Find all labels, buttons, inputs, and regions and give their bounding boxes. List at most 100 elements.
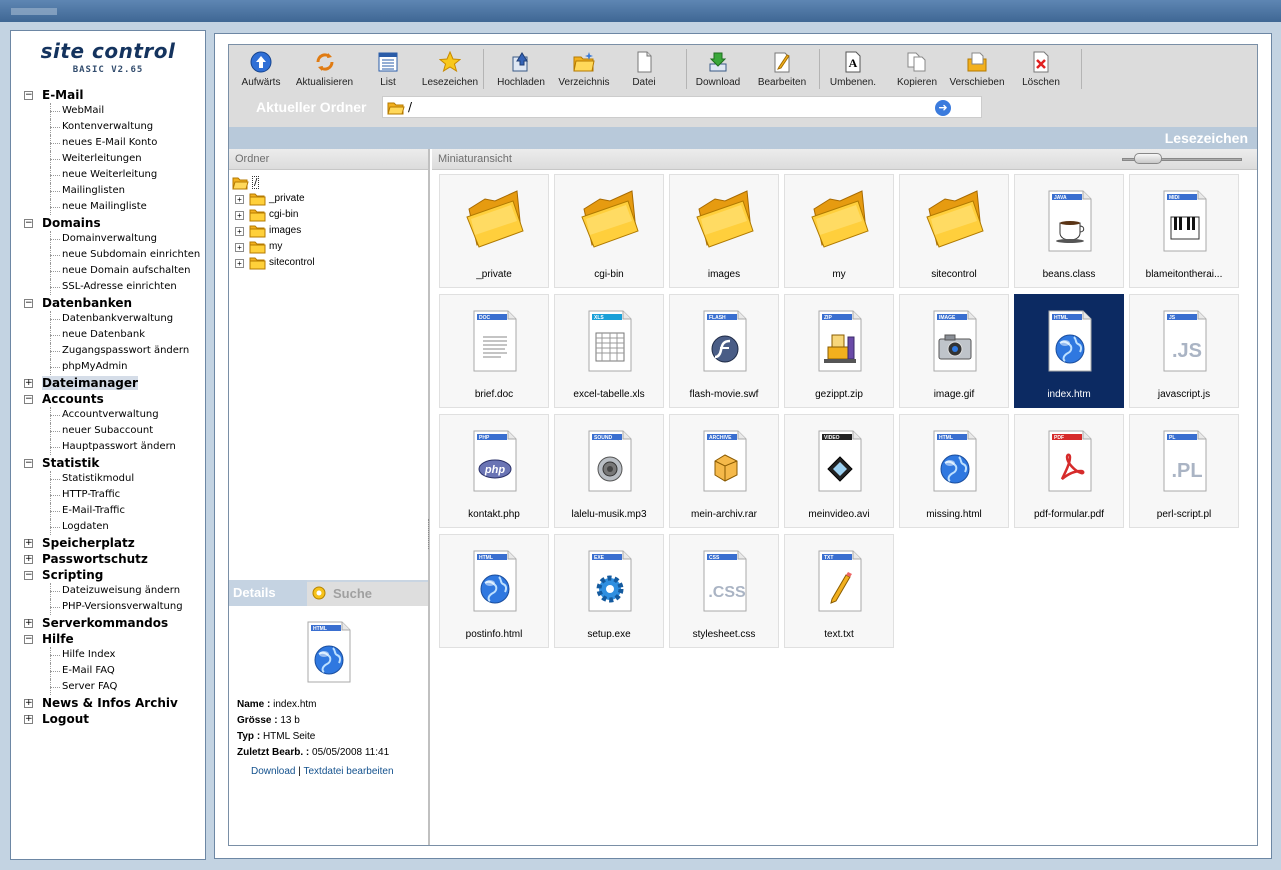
sidebar-item-neuer-subaccount[interactable]: neuer Subaccount (24, 423, 205, 439)
file-tile[interactable]: PL .PL perl-script.pl (1129, 414, 1239, 528)
file-tile[interactable]: FLASH flash-movie.swf (669, 294, 779, 408)
expand-icon[interactable]: + (235, 211, 244, 220)
collapse-icon[interactable]: − (24, 571, 33, 580)
collapse-icon[interactable]: − (24, 395, 33, 404)
file-tile[interactable]: HTML postinfo.html (439, 534, 549, 648)
sidebar-category-news-infos-archiv[interactable]: + News & Infos Archiv (24, 695, 205, 711)
sidebar-item-neue-domain-aufschalten[interactable]: neue Domain aufschalten (24, 263, 205, 279)
file-tile[interactable]: XLS excel-tabelle.xls (554, 294, 664, 408)
sidebar-item-hauptpasswort-ndern[interactable]: Hauptpasswort ändern (24, 439, 205, 455)
edit-text-link[interactable]: Textdatei bearbeiten (303, 766, 393, 777)
file-tile[interactable]: EXE setup.exe (554, 534, 664, 648)
sidebar-category-logout[interactable]: + Logout (24, 711, 205, 727)
file-tile[interactable]: PDF pdf-formular.pdf (1014, 414, 1124, 528)
sidebar-category-hilfe[interactable]: − Hilfe (24, 631, 205, 647)
rename-button[interactable]: A Umbenen. (826, 51, 880, 91)
delete-button[interactable]: Löschen (1019, 51, 1063, 91)
file-tile[interactable]: SOUND lalelu-musik.mp3 (554, 414, 664, 528)
sidebar-item-kontenverwaltung[interactable]: Kontenverwaltung (24, 119, 205, 135)
sidebar-category-passwortschutz[interactable]: + Passwortschutz (24, 551, 205, 567)
collapse-icon[interactable]: − (24, 635, 33, 644)
sidebar-item-e-mail-traffic[interactable]: E-Mail-Traffic (24, 503, 205, 519)
sidebar-item-datenbankverwaltung[interactable]: Datenbankverwaltung (24, 311, 205, 327)
tree-folder-sitecontrol[interactable]: + sitecontrol (231, 255, 428, 271)
sidebar-item-mailinglisten[interactable]: Mailinglisten (24, 183, 205, 199)
sidebar-item-e-mail-faq[interactable]: E-Mail FAQ (24, 663, 205, 679)
sidebar-item-neues-e-mail-konto[interactable]: neues E-Mail Konto (24, 135, 205, 151)
expand-icon[interactable]: + (24, 379, 33, 388)
download-button[interactable]: Download (693, 51, 743, 91)
sidebar-item-neue-subdomain-einrichten[interactable]: neue Subdomain einrichten (24, 247, 205, 263)
sidebar-item-http-traffic[interactable]: HTTP-Traffic (24, 487, 205, 503)
expand-icon[interactable]: + (24, 715, 33, 724)
tab-search[interactable]: Suche (307, 582, 428, 606)
collapse-icon[interactable]: − (24, 299, 33, 308)
file-tile[interactable]: DOC brief.doc (439, 294, 549, 408)
refresh-button[interactable]: Aktualisieren (292, 51, 357, 91)
sidebar-item-logdaten[interactable]: Logdaten (24, 519, 205, 535)
sidebar-category-dateimanager[interactable]: + Dateimanager (24, 375, 205, 391)
file-tile[interactable]: CSS .CSS stylesheet.css (669, 534, 779, 648)
file-tile[interactable]: TXT text.txt (784, 534, 894, 648)
collapse-icon[interactable]: − (24, 91, 33, 100)
expand-icon[interactable]: + (24, 539, 33, 548)
sidebar-category-statistik[interactable]: − Statistik (24, 455, 205, 471)
expand-icon[interactable]: + (24, 619, 33, 628)
sidebar-item-domainverwaltung[interactable]: Domainverwaltung (24, 231, 205, 247)
thumbnail-size-slider[interactable] (1122, 153, 1242, 164)
sidebar-category-domains[interactable]: − Domains (24, 215, 205, 231)
move-button[interactable]: Verschieben (947, 51, 1007, 91)
current-folder-field[interactable]: / ➜ (382, 96, 982, 118)
tree-folder-private[interactable]: + _private (231, 191, 428, 207)
sidebar-item-ssl-adresse-einrichten[interactable]: SSL-Adresse einrichten (24, 279, 205, 295)
expand-icon[interactable]: + (24, 699, 33, 708)
slider-handle[interactable] (1134, 153, 1162, 164)
file-tile[interactable]: MIDI blameitontherai... (1129, 174, 1239, 288)
list-button[interactable]: List (375, 51, 401, 91)
sidebar-item-zugangspasswort-ndern[interactable]: Zugangspasswort ändern (24, 343, 205, 359)
folder-tile[interactable]: sitecontrol (899, 174, 1009, 288)
sidebar-item-neue-weiterleitung[interactable]: neue Weiterleitung (24, 167, 205, 183)
expand-icon[interactable]: + (235, 259, 244, 268)
go-arrow-icon[interactable]: ➜ (935, 100, 951, 116)
tree-folder-my[interactable]: + my (231, 239, 428, 255)
file-tile[interactable]: PHP php kontakt.php (439, 414, 549, 528)
edit-button[interactable]: Bearbeiten (754, 51, 810, 91)
newdir-button[interactable]: Verzeichnis (555, 51, 613, 91)
sidebar-item-neue-mailingliste[interactable]: neue Mailingliste (24, 199, 205, 215)
pane-splitter[interactable] (428, 519, 430, 549)
sidebar-category-serverkommandos[interactable]: + Serverkommandos (24, 615, 205, 631)
sidebar-category-speicherplatz[interactable]: + Speicherplatz (24, 535, 205, 551)
sidebar-item-dateizuweisung-ndern[interactable]: Dateizuweisung ändern (24, 583, 205, 599)
bookmark-bar-title[interactable]: Lesezeichen (1165, 130, 1248, 146)
sidebar-category-accounts[interactable]: − Accounts (24, 391, 205, 407)
sidebar-category-scripting[interactable]: − Scripting (24, 567, 205, 583)
file-tile[interactable]: ARCHIVE mein-archiv.rar (669, 414, 779, 528)
newfile-button[interactable]: Datei (629, 51, 659, 91)
sidebar-item-statistikmodul[interactable]: Statistikmodul (24, 471, 205, 487)
file-tile[interactable]: VIDEO meinvideo.avi (784, 414, 894, 528)
sidebar-item-php-versionsverwaltung[interactable]: PHP-Versionsverwaltung (24, 599, 205, 615)
sidebar-item-phpmyadmin[interactable]: phpMyAdmin (24, 359, 205, 375)
sidebar-item-hilfe-index[interactable]: Hilfe Index (24, 647, 205, 663)
bookmarks-button[interactable]: Lesezeichen (419, 50, 481, 91)
expand-icon[interactable]: + (235, 243, 244, 252)
file-tile[interactable]: HTML index.htm (1014, 294, 1124, 408)
expand-icon[interactable]: + (235, 227, 244, 236)
collapse-icon[interactable]: − (24, 219, 33, 228)
expand-icon[interactable]: + (235, 195, 244, 204)
file-tile[interactable]: ZIP gezippt.zip (784, 294, 894, 408)
tree-root[interactable]: / (231, 175, 428, 191)
sidebar-item-server-faq[interactable]: Server FAQ (24, 679, 205, 695)
download-link[interactable]: Download (251, 766, 295, 777)
collapse-icon[interactable]: − (24, 459, 33, 468)
expand-icon[interactable]: + (24, 555, 33, 564)
sidebar-category-e-mail[interactable]: − E-Mail (24, 87, 205, 103)
copy-button[interactable]: Kopieren (893, 51, 941, 91)
upload-button[interactable]: Hochladen (495, 51, 547, 91)
file-tile[interactable]: JAVA beans.class (1014, 174, 1124, 288)
file-tile[interactable]: IMAGE image.gif (899, 294, 1009, 408)
sidebar-item-accountverwaltung[interactable]: Accountverwaltung (24, 407, 205, 423)
up-button[interactable]: Aufwärts (241, 51, 281, 91)
tree-folder-images[interactable]: + images (231, 223, 428, 239)
